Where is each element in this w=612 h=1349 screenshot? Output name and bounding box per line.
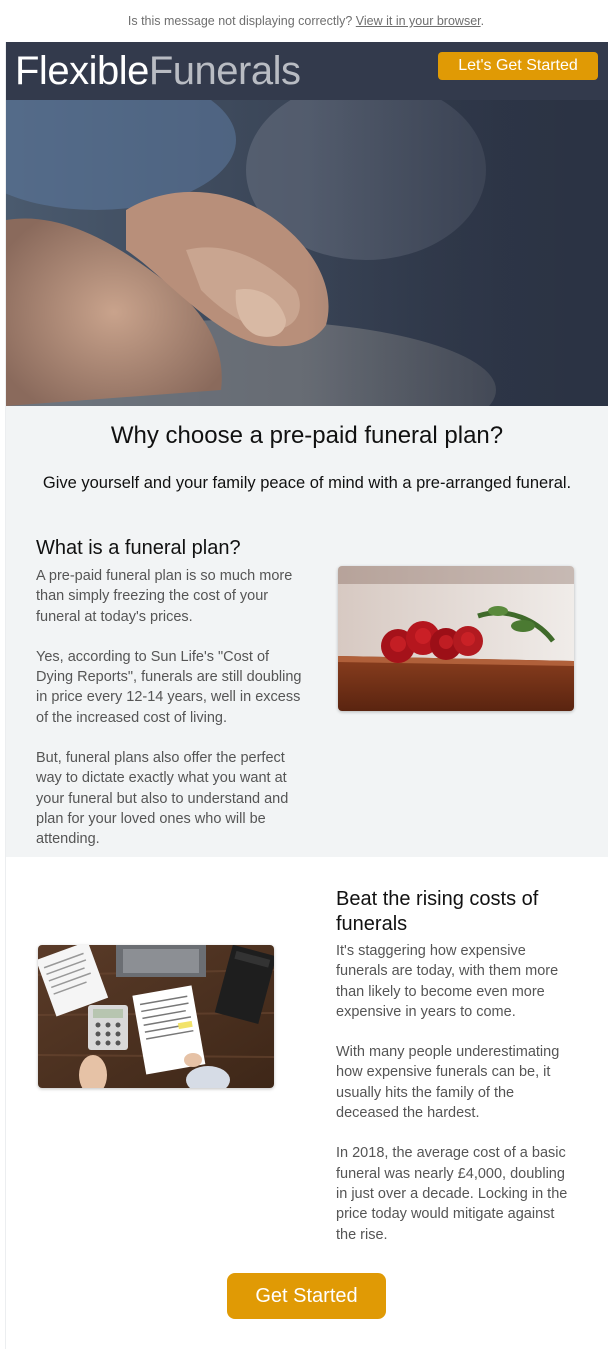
section-title: Why choose a pre-paid funeral plan? xyxy=(110,422,504,449)
paragraph: But, funeral plans also offer the perfec… xyxy=(36,750,289,848)
lets-get-started-button[interactable]: Let's Get Started xyxy=(438,52,598,80)
preheader-text: Is this message not displaying correctly… xyxy=(127,14,353,28)
logo-part1: Flexible xyxy=(15,49,149,93)
logo-part2: Funerals xyxy=(148,49,301,93)
funeral-plan-text-column: What is a funeral plan? A pre-paid funer… xyxy=(36,536,306,870)
rising-costs-text-column: Beat the rising costs of funerals It's s… xyxy=(336,887,576,1265)
view-in-browser-link[interactable]: View it in your browser xyxy=(356,14,481,28)
paragraph: It's staggering how expensive funerals a… xyxy=(336,943,559,1020)
brand-logo[interactable]: FlexibleFunerals xyxy=(15,49,301,93)
paragraph: With many people underestimating how exp… xyxy=(336,1044,560,1122)
paragraph: In 2018, the average cost of a basic fun… xyxy=(336,1145,568,1243)
rising-costs-section: Beat the rising costs of funerals It's s… xyxy=(6,857,608,1349)
preheader-end: . xyxy=(480,14,485,28)
email-header: FlexibleFunerals Let's Get Started xyxy=(6,42,608,100)
paragraph: Yes, according to Sun Life's "Cost of Dy… xyxy=(36,648,302,726)
preheader: Is this message not displaying correctly… xyxy=(0,14,612,28)
section-lead: Give yourself and your family peace of m… xyxy=(42,474,572,492)
email-container: FlexibleFunerals Let's Get Started Why c… xyxy=(5,42,608,1349)
what-is-funeral-plan-heading: What is a funeral plan? xyxy=(36,537,241,559)
get-started-button[interactable]: Get Started xyxy=(227,1273,386,1319)
calculator-paperwork-image xyxy=(38,945,274,1088)
paragraph: A pre-paid funeral plan is so much more … xyxy=(36,568,293,625)
beat-rising-costs-heading: Beat the rising costs of funerals xyxy=(336,888,539,935)
hero-image-holding-hands xyxy=(6,100,608,406)
roses-on-coffin-image xyxy=(338,566,574,711)
why-choose-section: Why choose a pre-paid funeral plan? Give… xyxy=(6,406,608,857)
